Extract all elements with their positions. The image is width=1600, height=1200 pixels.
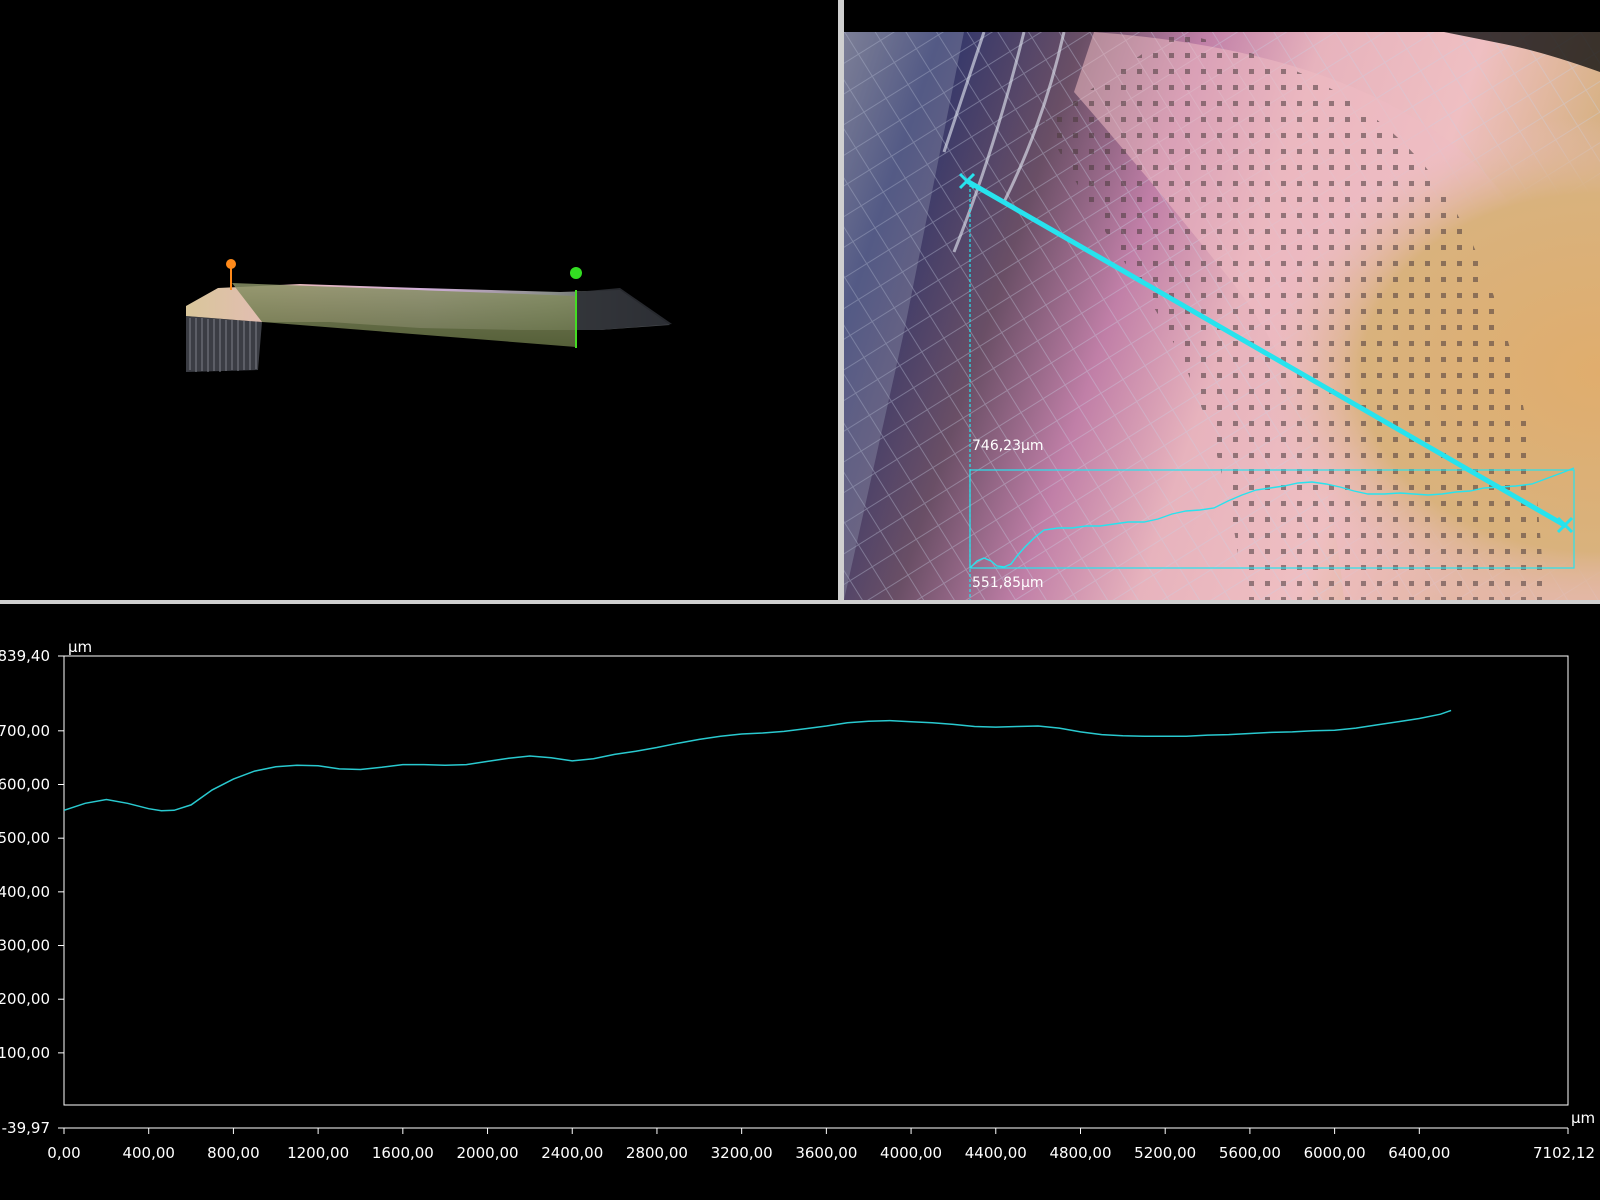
x-tick-label: 5200,00: [1134, 1144, 1196, 1162]
y-tick-label: 700,00: [0, 722, 50, 740]
x-tick-label: 5600,00: [1219, 1144, 1281, 1162]
y-tick-label: 300,00: [0, 937, 50, 955]
x-unit-label: µm: [1571, 1109, 1595, 1127]
y-tick-label: 500,00: [0, 829, 50, 847]
x-tick-label: 6400,00: [1388, 1144, 1450, 1162]
surface-side-wall: [186, 316, 262, 372]
plot-frame: [63, 655, 1569, 1106]
y-unit-label: µm: [68, 638, 92, 656]
x-tick-label: 400,00: [122, 1144, 175, 1162]
2d-image-canvas[interactable]: 746,23µm 551,85µm: [844, 32, 1600, 600]
x-tick-label: 2800,00: [626, 1144, 688, 1162]
x-tick-label: 1600,00: [372, 1144, 434, 1162]
x-tick-label: 2400,00: [541, 1144, 603, 1162]
profile-series-line: [63, 709, 1452, 812]
profile-chart[interactable]: 839,40 700,00 600,00 500,00 400,00 300,00 200,…: [0, 604, 1600, 1200]
y-tick-label: 100,00: [0, 1044, 50, 1062]
x-tick-label: 3200,00: [711, 1144, 773, 1162]
y-tick-label: 400,00: [0, 883, 50, 901]
x-tick-label: 3600,00: [795, 1144, 857, 1162]
x-tick-label: 1200,00: [287, 1144, 349, 1162]
y-tick-label: 839,40: [0, 647, 50, 665]
max-height-label: 746,23µm: [972, 438, 1044, 454]
y-tick-label: 200,00: [0, 990, 50, 1008]
2d-image-view[interactable]: 746,23µm 551,85µm: [844, 32, 1600, 600]
x-tick-label: 6000,00: [1304, 1144, 1366, 1162]
x-tick-label: 4000,00: [880, 1144, 942, 1162]
x-tick-label: 0,00: [47, 1144, 80, 1162]
3d-surface-canvas[interactable]: [0, 0, 838, 600]
start-marker[interactable]: [226, 259, 236, 269]
surface-tail: [576, 288, 672, 330]
3d-surface-view[interactable]: [0, 0, 838, 600]
x-tick-label: 4800,00: [1049, 1144, 1111, 1162]
x-tick-label: 4400,00: [965, 1144, 1027, 1162]
x-tick-label: 7102,12: [1533, 1144, 1595, 1162]
x-tick-label: 2000,00: [457, 1144, 519, 1162]
y-tick-label: 600,00: [0, 775, 50, 793]
y-tick-label: -39,97: [2, 1119, 50, 1137]
x-tick-label: 800,00: [207, 1144, 260, 1162]
min-height-label: 551,85µm: [972, 575, 1044, 591]
end-marker[interactable]: [570, 267, 582, 279]
profile-chart-panel: 839,40 700,00 600,00 500,00 400,00 300,00 200,…: [0, 604, 1600, 1200]
